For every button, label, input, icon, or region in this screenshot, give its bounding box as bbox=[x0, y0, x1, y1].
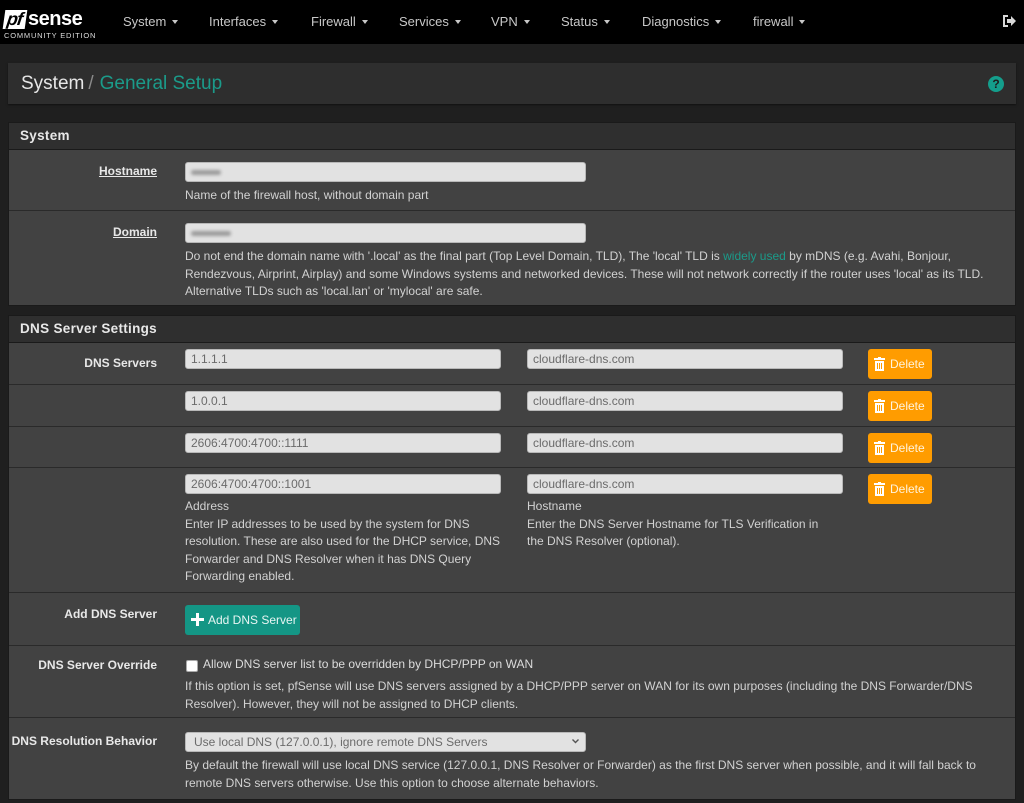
dns-server-row: 2606:4700:4700::1111 cloudflare-dns.com … bbox=[9, 427, 1015, 468]
nav-menu-diagnostics[interactable]: Diagnostics bbox=[642, 13, 722, 31]
breadcrumb-separator: / bbox=[88, 73, 94, 94]
nav-menu-label: Status bbox=[561, 14, 598, 29]
delete-button[interactable]: Delete bbox=[868, 474, 932, 504]
plus-icon bbox=[191, 613, 204, 626]
hostname-help-text: Enter the DNS Server Hostname for TLS Ve… bbox=[527, 516, 819, 549]
nav-menu-label: Diagnostics bbox=[642, 14, 710, 29]
domain-help: Do not end the domain name with '.local'… bbox=[185, 248, 1015, 301]
nav-menu-services[interactable]: Services bbox=[399, 13, 461, 31]
dns-resolution-help: By default the firewall will use local D… bbox=[185, 758, 976, 790]
nav-menu-vpn[interactable]: VPN bbox=[491, 13, 530, 31]
nav-menu-label: firewall bbox=[753, 14, 794, 29]
widely-used-link[interactable]: widely used bbox=[723, 249, 786, 263]
dns-hostname-input[interactable]: cloudflare-dns.com bbox=[527, 391, 843, 411]
system-panel: System Hostname Name of the firewall hos… bbox=[8, 122, 1016, 306]
redacted-value bbox=[191, 170, 221, 176]
dns-override-label: DNS Server Override bbox=[38, 658, 157, 672]
delete-button[interactable]: Delete bbox=[868, 433, 932, 463]
breadcrumb-parent[interactable]: System bbox=[21, 73, 84, 94]
panel-title: DNS Server Settings bbox=[9, 316, 1015, 343]
dns-override-row: DNS Server Override Allow DNS server lis… bbox=[9, 646, 1015, 718]
dns-address-input[interactable]: 2606:4700:4700::1111 bbox=[185, 433, 501, 453]
help-icon[interactable]: ? bbox=[988, 76, 1004, 92]
hostname-help: Name of the firewall host, without domai… bbox=[185, 188, 429, 202]
dns-server-row: 2606:4700:4700::1001 cloudflare-dns.com … bbox=[9, 468, 1015, 593]
dns-resolution-select[interactable]: Use local DNS (127.0.0.1), ignore remote… bbox=[185, 732, 586, 752]
chevron-down-icon bbox=[572, 739, 579, 744]
logo-edition: COMMUNITY EDITION bbox=[4, 31, 97, 40]
nav-menu-label: Services bbox=[399, 14, 449, 29]
redacted-value bbox=[191, 231, 231, 237]
hostname-caption: Hostname bbox=[527, 499, 582, 513]
delete-label: Delete bbox=[890, 357, 925, 371]
domain-input[interactable] bbox=[185, 223, 586, 243]
dns-hostname-input[interactable]: cloudflare-dns.com bbox=[527, 433, 843, 453]
caret-down-icon bbox=[454, 19, 461, 24]
dns-override-checkbox-label[interactable]: Allow DNS server list to be overridden b… bbox=[203, 656, 533, 674]
dns-address-input[interactable]: 1.0.0.1 bbox=[185, 391, 501, 411]
domain-row: Domain Do not end the domain name with '… bbox=[9, 211, 1015, 306]
address-caption: Address bbox=[185, 499, 230, 513]
breadcrumb: System / General Setup bbox=[21, 72, 222, 96]
add-dns-server-button[interactable]: Add DNS Server bbox=[185, 605, 300, 635]
caret-down-icon bbox=[523, 19, 530, 24]
nav-menu-label: Interfaces bbox=[209, 14, 267, 29]
caret-down-icon bbox=[799, 19, 806, 24]
add-dns-server-row: Add DNS Server Add DNS Server bbox=[9, 593, 1015, 646]
trash-icon bbox=[874, 399, 885, 413]
nav-menu-label: Firewall bbox=[311, 14, 356, 29]
dns-address-input[interactable]: 2606:4700:4700::1001 bbox=[185, 474, 501, 494]
dns-override-help: If this option is set, pfSense will use … bbox=[185, 679, 973, 711]
dns-resolution-label: DNS Resolution Behavior bbox=[11, 734, 157, 748]
dns-servers-label: DNS Servers bbox=[84, 356, 157, 370]
delete-label: Delete bbox=[890, 441, 925, 455]
hostname-help: Hostname Enter the DNS Server Hostname f… bbox=[527, 498, 837, 551]
dns-resolution-row: DNS Resolution Behavior Use local DNS (1… bbox=[9, 718, 1015, 798]
dns-hostname-input[interactable]: cloudflare-dns.com bbox=[527, 349, 843, 369]
nav-menu-system[interactable]: System bbox=[123, 13, 179, 31]
dns-resolution-selected: Use local DNS (127.0.0.1), ignore remote… bbox=[194, 735, 488, 749]
pfsense-logo[interactable]: pf sense COMMUNITY EDITION bbox=[2, 7, 98, 43]
dns-server-row: 1.0.0.1 cloudflare-dns.com Delete bbox=[9, 385, 1015, 427]
breadcrumb-current[interactable]: General Setup bbox=[100, 73, 223, 94]
caret-down-icon bbox=[361, 19, 368, 24]
add-dns-server-button-label: Add DNS Server bbox=[208, 613, 297, 627]
logo-word: sense bbox=[28, 8, 83, 30]
delete-label: Delete bbox=[890, 482, 925, 496]
hostname-input[interactable] bbox=[185, 162, 586, 182]
add-dns-server-label: Add DNS Server bbox=[64, 607, 157, 621]
nav-menu-interfaces[interactable]: Interfaces bbox=[209, 13, 279, 31]
dns-server-settings-panel: DNS Server Settings DNS Servers 1.1.1.1 … bbox=[8, 315, 1016, 800]
address-help: Address Enter IP addresses to be used by… bbox=[185, 498, 507, 586]
nav-menu-user[interactable]: firewall bbox=[753, 13, 806, 31]
dns-server-row: DNS Servers 1.1.1.1 cloudflare-dns.com D… bbox=[9, 343, 1015, 385]
nav-menu-firewall[interactable]: Firewall bbox=[311, 13, 368, 31]
hostname-row: Hostname Name of the firewall host, with… bbox=[9, 150, 1015, 211]
trash-icon bbox=[874, 441, 885, 455]
nav-menu-status[interactable]: Status bbox=[561, 13, 610, 31]
caret-down-icon bbox=[272, 19, 279, 24]
delete-button[interactable]: Delete bbox=[868, 349, 932, 379]
address-help-text: Enter IP addresses to be used by the sys… bbox=[185, 516, 501, 584]
trash-icon bbox=[874, 482, 885, 496]
caret-down-icon bbox=[172, 19, 179, 24]
caret-down-icon bbox=[715, 19, 722, 24]
help-text: Do not end the domain name with '.local'… bbox=[185, 249, 724, 263]
dns-hostname-input[interactable]: cloudflare-dns.com bbox=[527, 474, 843, 494]
breadcrumb-panel: System / General Setup ? bbox=[8, 63, 1016, 104]
domain-label[interactable]: Domain bbox=[113, 225, 157, 239]
hostname-label[interactable]: Hostname bbox=[99, 164, 157, 178]
delete-label: Delete bbox=[890, 399, 925, 413]
delete-button[interactable]: Delete bbox=[868, 391, 932, 421]
dns-override-checkbox[interactable] bbox=[186, 660, 198, 672]
logo-mark: pf bbox=[2, 9, 28, 29]
panel-title: System bbox=[9, 123, 1015, 150]
nav-menu-label: System bbox=[123, 14, 167, 29]
nav-menu-label: VPN bbox=[491, 14, 518, 29]
caret-down-icon bbox=[603, 19, 610, 24]
dns-address-input[interactable]: 1.1.1.1 bbox=[185, 349, 501, 369]
top-navbar: pf sense COMMUNITY EDITION System Interf… bbox=[0, 0, 1024, 44]
trash-icon bbox=[874, 357, 885, 371]
sign-out-icon[interactable] bbox=[1002, 13, 1016, 29]
